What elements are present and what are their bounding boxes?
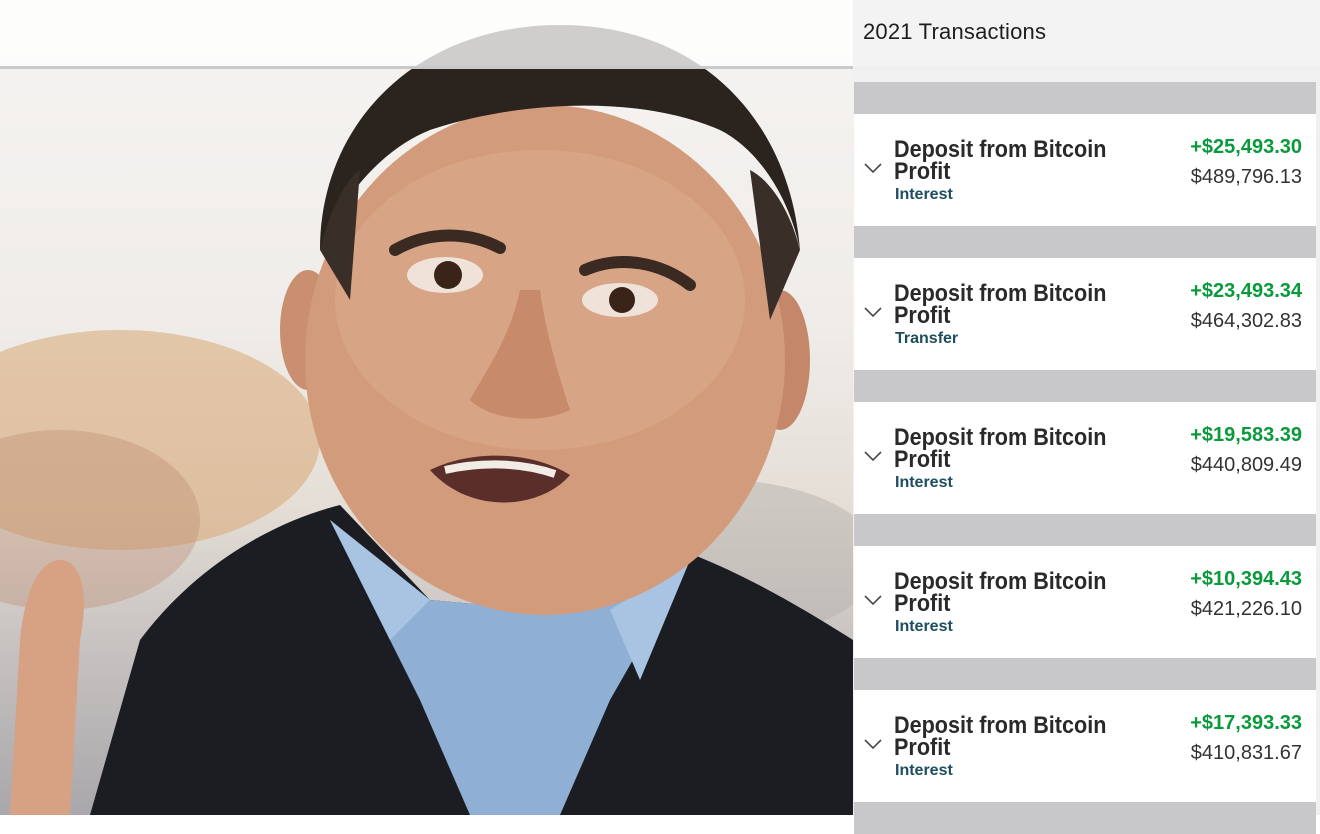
transaction-amount: +$25,493.30 <box>1190 136 1302 158</box>
list-separator <box>854 226 1316 258</box>
header-divider <box>0 66 853 69</box>
panel-header: 2021 Transactions <box>853 0 1320 66</box>
transaction-row[interactable]: Deposit from Bitcoin Profit Interest +$2… <box>854 114 1316 226</box>
transaction-amount: +$17,393.33 <box>1190 712 1302 734</box>
transaction-row[interactable]: Deposit from Bitcoin Profit Transfer +$2… <box>854 258 1316 370</box>
portrait-illustration <box>0 25 853 815</box>
transaction-title: Deposit from Bitcoin Profit <box>894 568 1107 617</box>
transaction-title: Deposit from Bitcoin Profit <box>894 424 1107 473</box>
transaction-amount: +$10,394.43 <box>1190 568 1302 590</box>
list-separator <box>854 658 1316 690</box>
transaction-balance: $421,226.10 <box>1190 598 1302 620</box>
list-separator <box>854 514 1316 546</box>
list-separator <box>854 802 1316 834</box>
transaction-title: Deposit from Bitcoin Profit <box>894 136 1107 185</box>
transaction-balance: $464,302.83 <box>1190 310 1302 332</box>
chevron-down-icon[interactable] <box>863 593 883 607</box>
transaction-balance: $489,796.13 <box>1190 166 1302 188</box>
header-bar <box>0 0 853 66</box>
transaction-category: Interest <box>895 186 953 203</box>
portrait-photo <box>0 0 853 815</box>
transaction-title: Deposit from Bitcoin Profit <box>894 280 1107 329</box>
chevron-down-icon[interactable] <box>863 737 883 751</box>
list-separator <box>854 370 1316 402</box>
chevron-down-icon[interactable] <box>863 305 883 319</box>
transaction-row[interactable]: Deposit from Bitcoin Profit Interest +$1… <box>854 690 1316 802</box>
transaction-category: Interest <box>895 618 953 635</box>
transaction-amount: +$23,493.34 <box>1190 280 1302 302</box>
transaction-list: Deposit from Bitcoin Profit Interest +$2… <box>854 82 1316 834</box>
transaction-category: Interest <box>895 762 953 779</box>
transaction-balance: $410,831.67 <box>1190 742 1302 764</box>
chevron-down-icon[interactable] <box>863 161 883 175</box>
chevron-down-icon[interactable] <box>863 449 883 463</box>
transaction-category: Transfer <box>895 330 959 347</box>
transaction-balance: $440,809.49 <box>1190 454 1302 476</box>
transaction-row[interactable]: Deposit from Bitcoin Profit Interest +$1… <box>854 402 1316 514</box>
transaction-amount: +$19,583.39 <box>1190 424 1302 446</box>
panel-title: 2021 Transactions <box>863 19 1047 44</box>
transactions-panel: 2021 Transactions Deposit from Bitcoin P… <box>853 0 1320 834</box>
transaction-row[interactable]: Deposit from Bitcoin Profit Interest +$1… <box>854 546 1316 658</box>
transaction-title: Deposit from Bitcoin Profit <box>894 712 1107 761</box>
transaction-category: Interest <box>895 474 953 491</box>
list-separator <box>854 82 1316 114</box>
